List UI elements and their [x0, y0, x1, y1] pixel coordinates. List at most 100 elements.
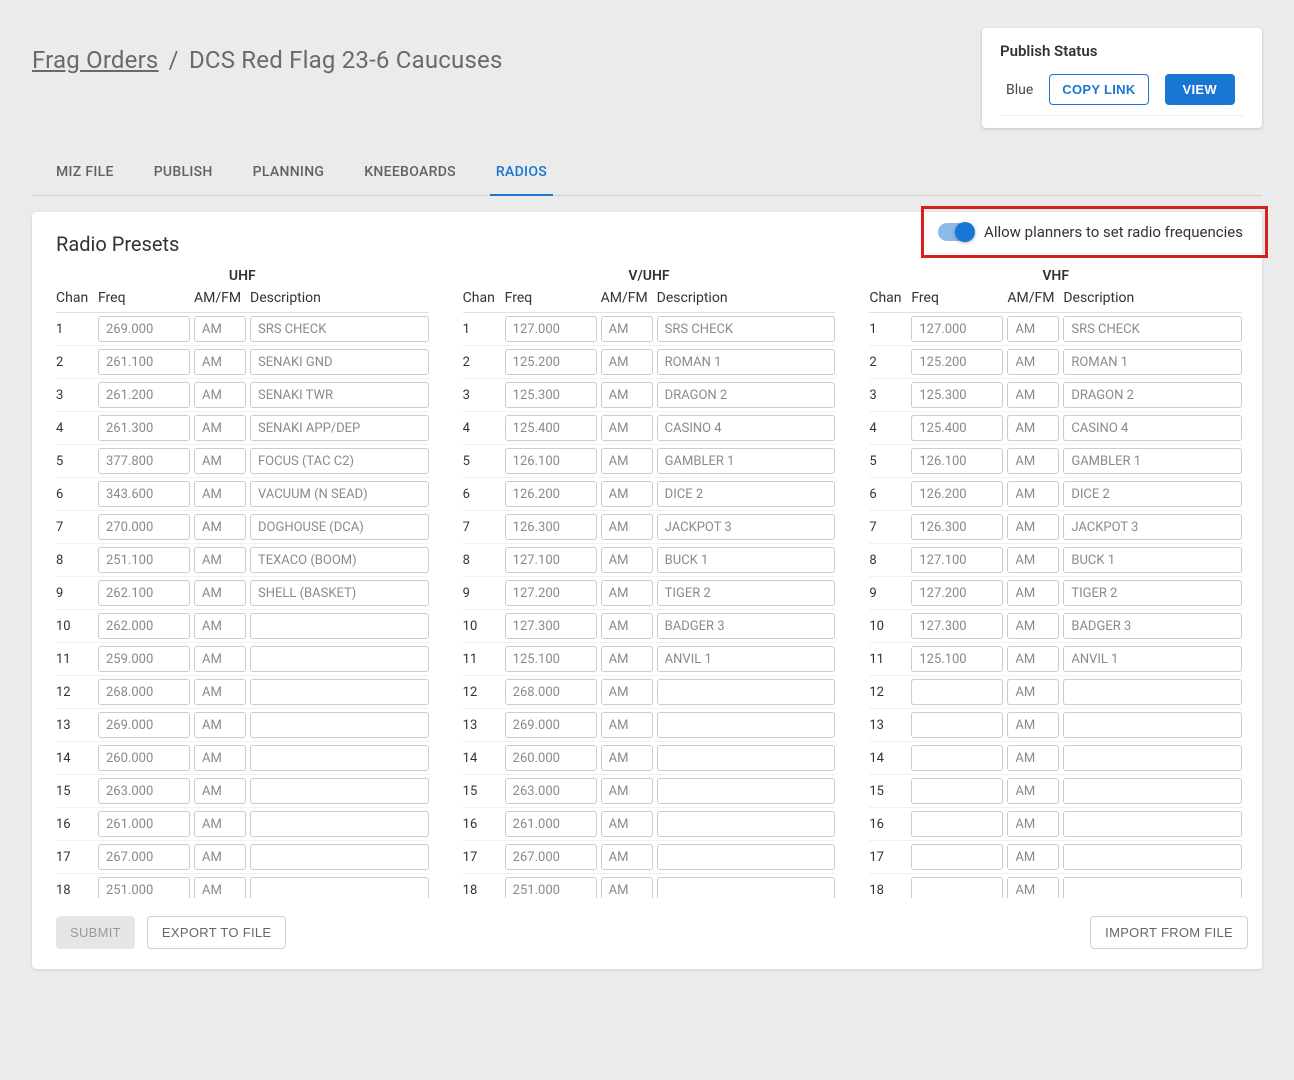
amfm-input[interactable] [1007, 778, 1059, 804]
amfm-input[interactable] [601, 316, 653, 342]
amfm-input[interactable] [194, 382, 246, 408]
desc-input[interactable] [1063, 382, 1242, 408]
desc-input[interactable] [1063, 415, 1242, 441]
desc-input[interactable] [657, 448, 836, 474]
amfm-input[interactable] [601, 778, 653, 804]
amfm-input[interactable] [1007, 811, 1059, 837]
freq-input[interactable] [505, 481, 597, 507]
view-button[interactable]: VIEW [1165, 74, 1235, 105]
desc-input[interactable] [1063, 613, 1242, 639]
freq-input[interactable] [911, 712, 1003, 738]
freq-input[interactable] [505, 382, 597, 408]
desc-input[interactable] [1063, 877, 1242, 898]
amfm-input[interactable] [194, 745, 246, 771]
amfm-input[interactable] [601, 613, 653, 639]
amfm-input[interactable] [601, 382, 653, 408]
freq-input[interactable] [505, 745, 597, 771]
desc-input[interactable] [657, 811, 836, 837]
freq-input[interactable] [911, 646, 1003, 672]
amfm-input[interactable] [601, 679, 653, 705]
desc-input[interactable] [657, 349, 836, 375]
freq-input[interactable] [911, 349, 1003, 375]
desc-input[interactable] [1063, 844, 1242, 870]
desc-input[interactable] [657, 745, 836, 771]
amfm-input[interactable] [194, 349, 246, 375]
amfm-input[interactable] [194, 778, 246, 804]
desc-input[interactable] [250, 745, 429, 771]
amfm-input[interactable] [1007, 712, 1059, 738]
amfm-input[interactable] [1007, 646, 1059, 672]
import-from-file-button[interactable]: IMPORT FROM FILE [1090, 916, 1248, 949]
freq-input[interactable] [505, 844, 597, 870]
desc-input[interactable] [657, 514, 836, 540]
freq-input[interactable] [505, 646, 597, 672]
freq-input[interactable] [911, 448, 1003, 474]
amfm-input[interactable] [194, 547, 246, 573]
desc-input[interactable] [250, 679, 429, 705]
amfm-input[interactable] [601, 580, 653, 606]
amfm-input[interactable] [1007, 844, 1059, 870]
amfm-input[interactable] [194, 679, 246, 705]
desc-input[interactable] [1063, 811, 1242, 837]
amfm-input[interactable] [194, 580, 246, 606]
freq-input[interactable] [505, 679, 597, 705]
desc-input[interactable] [250, 547, 429, 573]
freq-input[interactable] [98, 382, 190, 408]
export-to-file-button[interactable]: EXPORT TO FILE [147, 916, 286, 949]
desc-input[interactable] [1063, 514, 1242, 540]
amfm-input[interactable] [601, 712, 653, 738]
freq-input[interactable] [911, 481, 1003, 507]
amfm-input[interactable] [601, 811, 653, 837]
freq-input[interactable] [505, 811, 597, 837]
amfm-input[interactable] [601, 646, 653, 672]
desc-input[interactable] [1063, 745, 1242, 771]
freq-input[interactable] [505, 415, 597, 441]
desc-input[interactable] [250, 415, 429, 441]
desc-input[interactable] [657, 778, 836, 804]
amfm-input[interactable] [1007, 316, 1059, 342]
amfm-input[interactable] [194, 877, 246, 898]
freq-input[interactable] [911, 613, 1003, 639]
amfm-input[interactable] [194, 415, 246, 441]
freq-input[interactable] [98, 877, 190, 898]
desc-input[interactable] [1063, 481, 1242, 507]
desc-input[interactable] [657, 481, 836, 507]
freq-input[interactable] [98, 679, 190, 705]
freq-input[interactable] [911, 679, 1003, 705]
amfm-input[interactable] [194, 613, 246, 639]
desc-input[interactable] [250, 613, 429, 639]
freq-input[interactable] [505, 712, 597, 738]
desc-input[interactable] [657, 844, 836, 870]
desc-input[interactable] [250, 382, 429, 408]
freq-input[interactable] [911, 778, 1003, 804]
freq-input[interactable] [98, 547, 190, 573]
freq-input[interactable] [911, 877, 1003, 898]
amfm-input[interactable] [194, 712, 246, 738]
freq-input[interactable] [505, 316, 597, 342]
freq-input[interactable] [505, 613, 597, 639]
freq-input[interactable] [98, 844, 190, 870]
amfm-input[interactable] [1007, 382, 1059, 408]
freq-input[interactable] [911, 514, 1003, 540]
freq-input[interactable] [911, 415, 1003, 441]
desc-input[interactable] [1063, 316, 1242, 342]
freq-input[interactable] [911, 844, 1003, 870]
desc-input[interactable] [657, 646, 836, 672]
desc-input[interactable] [250, 580, 429, 606]
freq-input[interactable] [98, 613, 190, 639]
freq-input[interactable] [98, 316, 190, 342]
desc-input[interactable] [250, 646, 429, 672]
desc-input[interactable] [250, 448, 429, 474]
desc-input[interactable] [1063, 448, 1242, 474]
amfm-input[interactable] [601, 745, 653, 771]
amfm-input[interactable] [601, 547, 653, 573]
freq-input[interactable] [98, 646, 190, 672]
desc-input[interactable] [250, 811, 429, 837]
freq-input[interactable] [505, 448, 597, 474]
freq-input[interactable] [98, 580, 190, 606]
amfm-input[interactable] [194, 811, 246, 837]
freq-input[interactable] [505, 349, 597, 375]
desc-input[interactable] [1063, 778, 1242, 804]
freq-input[interactable] [98, 514, 190, 540]
desc-input[interactable] [250, 844, 429, 870]
